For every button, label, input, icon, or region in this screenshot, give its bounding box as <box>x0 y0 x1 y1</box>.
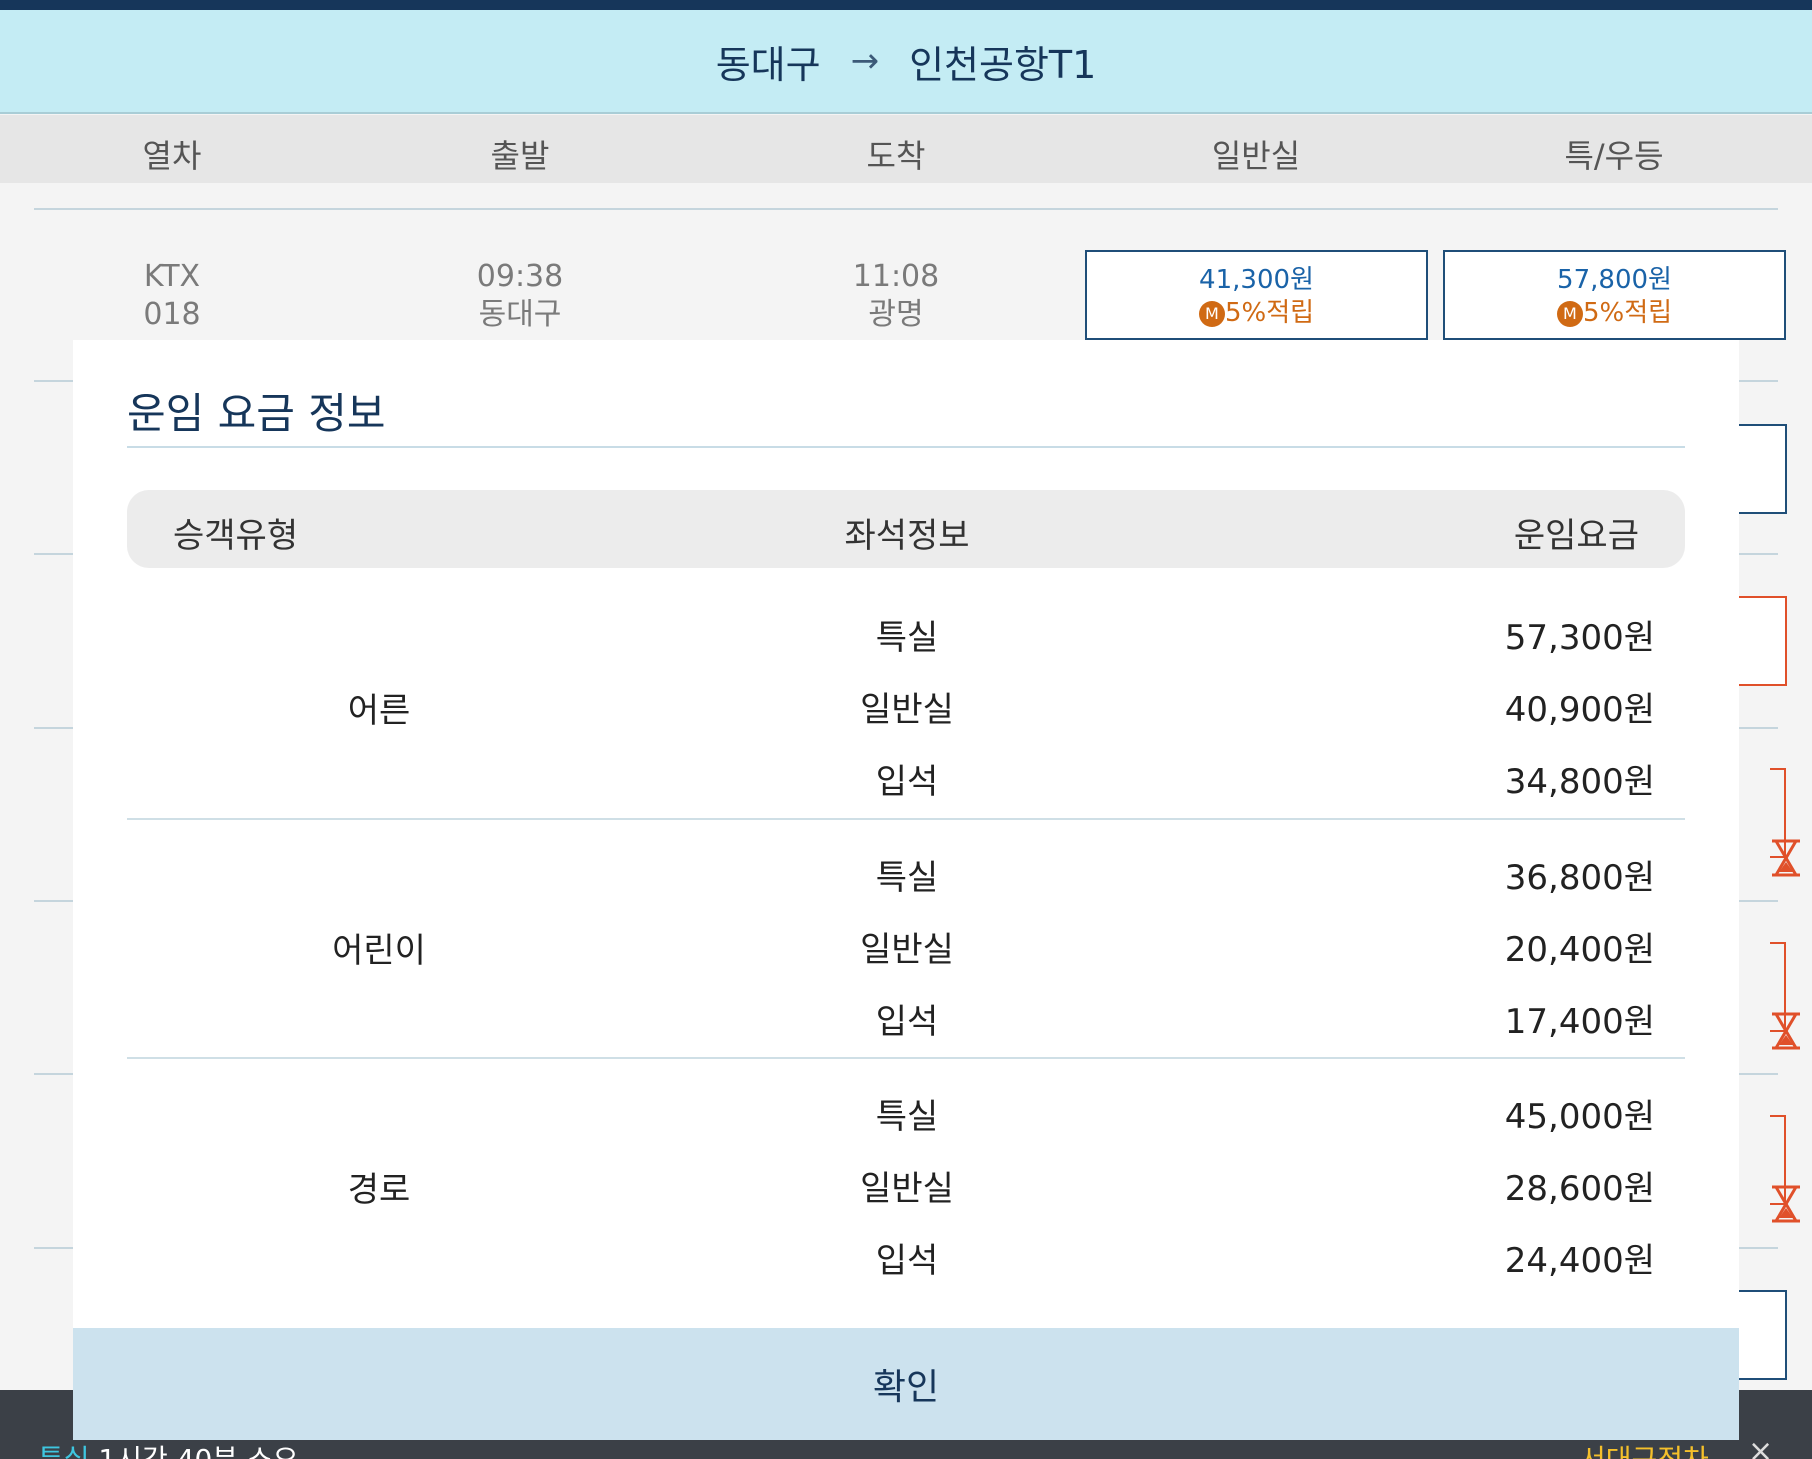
seat-class: 일반실 <box>860 690 954 730</box>
train-type: KTX <box>143 259 201 294</box>
fare-row: 일반실 20,400원 <box>127 922 1685 970</box>
column-special: 특/우등 <box>1564 137 1664 175</box>
column-depart: 출발 <box>490 137 550 175</box>
divider <box>1738 380 1778 382</box>
seat-class: 입석 <box>875 1241 939 1281</box>
m-badge-icon: M <box>1198 301 1225 327</box>
special-fare-button[interactable]: 57,800원 M 5%적립 <box>1443 250 1786 340</box>
divider <box>34 727 74 729</box>
column-arrive: 도착 <box>866 137 926 175</box>
fare-row: 일반실 40,900원 <box>127 682 1685 730</box>
fare-price: 40,900원 <box>1504 690 1655 730</box>
train-number: 018 <box>143 297 201 332</box>
fare-group-senior: 경로 특실 45,000원 일반실 28,600원 입석 24,400원 <box>127 1057 1685 1295</box>
depart-info: 09:38 동대구 <box>477 258 563 334</box>
general-price: 41,300원 <box>1199 265 1314 295</box>
column-general: 일반실 <box>1211 137 1301 175</box>
divider <box>34 553 74 555</box>
divider <box>1738 900 1778 902</box>
seat-class: 특실 <box>875 1097 939 1137</box>
train-row[interactable]: KTX 018 09:38 동대구 11:08 광명 41,300원 M 5%적립… <box>0 250 1812 340</box>
route-header: 동대구 → 인천공항T1 <box>0 10 1812 114</box>
trip-summary: 특실 1시간 40분 소요 <box>38 1438 298 1459</box>
fare-group-child: 어린이 특실 36,800원 일반실 20,400원 입석 17,400원 <box>127 818 1685 1056</box>
column-train: 열차 <box>142 137 202 175</box>
divider <box>34 1247 74 1249</box>
fare-row: 특실 57,300원 <box>127 610 1685 658</box>
fare-price: 34,800원 <box>1504 762 1655 802</box>
special-price: 57,800원 <box>1557 265 1672 295</box>
fare-price: 36,800원 <box>1504 858 1655 898</box>
duration-label: 1시간 40분 소요 <box>90 1443 298 1459</box>
divider <box>34 1073 74 1075</box>
hourglass-icon <box>1772 1012 1800 1050</box>
column-header: 열차 출발 도착 일반실 특/우등 <box>0 115 1812 183</box>
header-seat: 좌석정보 <box>844 516 970 556</box>
divider <box>1738 1247 1778 1249</box>
seat-class: 특실 <box>875 858 939 898</box>
depart-time: 09:38 <box>476 259 564 294</box>
right-arrow-icon: → <box>850 41 880 81</box>
seat-type-label: 특실 <box>38 1443 90 1459</box>
depart-station: 동대구 <box>478 297 562 332</box>
arrive-info: 11:08 광명 <box>853 258 939 334</box>
fare-table-header: 승객유형 좌석정보 운임요금 <box>127 490 1685 568</box>
fare-price: 24,400원 <box>1504 1241 1655 1281</box>
fare-row: 특실 36,800원 <box>127 850 1685 898</box>
general-fare-button[interactable]: 41,300원 M 5%적립 <box>1085 250 1428 340</box>
mileage-text: 5%적립 <box>1582 298 1673 328</box>
divider <box>1738 727 1778 729</box>
fare-row: 일반실 28,600원 <box>127 1161 1685 1209</box>
top-bar <box>0 0 1812 10</box>
confirm-button[interactable]: 확인 <box>73 1328 1739 1440</box>
divider <box>1738 1073 1778 1075</box>
fare-price: 57,300원 <box>1504 618 1655 658</box>
fare-group-adult: 어른 특실 57,300원 일반실 40,900원 입석 34,800원 <box>127 580 1685 818</box>
header-passenger: 승객유형 <box>173 516 299 556</box>
arrive-station: 광명 <box>868 297 924 332</box>
fare-row: 입석 17,400원 <box>127 994 1685 1042</box>
divider <box>1738 553 1778 555</box>
header-fare: 운임요금 <box>1513 516 1639 556</box>
fare-price: 17,400원 <box>1504 1002 1655 1042</box>
route-from: 동대구 <box>715 42 821 87</box>
divider <box>127 446 1685 448</box>
fare-price: 20,400원 <box>1504 930 1655 970</box>
seat-class: 일반실 <box>860 1169 954 1209</box>
stop-label: 서대구정차 <box>1580 1438 1709 1459</box>
fare-info-modal: 운임 요금 정보 승객유형 좌석정보 운임요금 어른 특실 57,300원 일반… <box>73 340 1739 1440</box>
m-badge-icon: M <box>1556 301 1583 327</box>
fare-row: 입석 34,800원 <box>127 754 1685 802</box>
route-to: 인천공항T1 <box>909 42 1097 87</box>
fare-button[interactable] <box>1739 424 1787 514</box>
hourglass-icon <box>1772 1185 1800 1223</box>
fare-button[interactable] <box>1739 596 1787 686</box>
seat-class: 일반실 <box>860 930 954 970</box>
divider <box>34 900 74 902</box>
mileage-info: M 5%적립 <box>1087 296 1426 330</box>
seat-class: 입석 <box>875 1002 939 1042</box>
seat-class: 입석 <box>875 762 939 802</box>
train-info: KTX 018 <box>143 258 200 334</box>
divider <box>34 380 74 382</box>
mileage-info: M 5%적립 <box>1445 296 1784 330</box>
seat-class: 특실 <box>875 618 939 658</box>
arrive-time: 11:08 <box>852 259 940 294</box>
modal-title: 운임 요금 정보 <box>127 389 386 438</box>
close-icon[interactable]: × <box>1748 1434 1773 1459</box>
fare-row: 입석 24,400원 <box>127 1233 1685 1281</box>
mileage-text: 5%적립 <box>1224 298 1315 328</box>
fare-row: 특실 45,000원 <box>127 1089 1685 1137</box>
fare-price: 28,600원 <box>1504 1169 1655 1209</box>
fare-price: 45,000원 <box>1504 1097 1655 1137</box>
fare-button[interactable] <box>1739 1290 1787 1380</box>
hourglass-icon <box>1772 839 1800 877</box>
divider <box>34 208 1778 210</box>
